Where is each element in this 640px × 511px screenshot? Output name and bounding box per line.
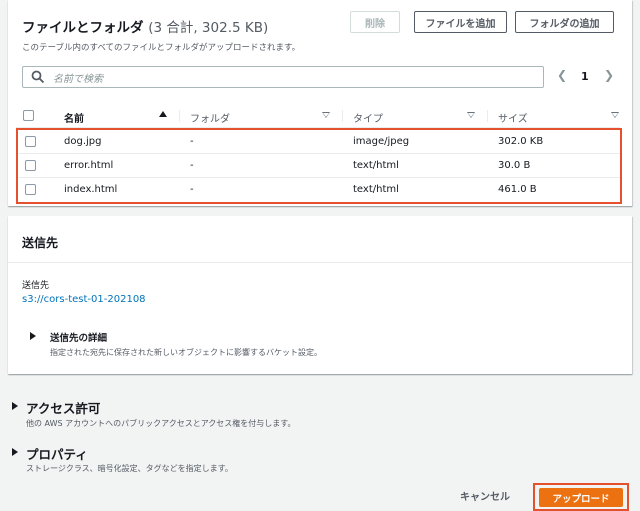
sort-type-icon[interactable] <box>467 112 475 118</box>
destination-panel: 送信先 送信先 s3://cors-test-01-202108 送信先の詳細 … <box>8 216 632 374</box>
files-title-text: ファイルとフォルダ <box>22 20 144 36</box>
column-separator <box>487 110 488 122</box>
destination-header: 送信先 <box>8 216 632 263</box>
expand-caret-icon[interactable] <box>30 332 36 340</box>
expand-caret-icon[interactable] <box>12 448 18 456</box>
upload-button[interactable]: アップロード <box>539 488 623 507</box>
sort-ascending-icon[interactable] <box>159 111 167 117</box>
file-size: 302.0 KB <box>498 136 544 147</box>
access-section-title[interactable]: アクセス許可 <box>26 398 100 417</box>
column-size[interactable]: サイズ <box>498 110 528 125</box>
column-separator <box>342 110 343 122</box>
files-count: (3 合計, 302.5 KB) <box>148 20 269 36</box>
file-name: index.html <box>64 184 118 195</box>
files-description: このテーブル内のすべてのファイルとフォルダがアップロードされます。 <box>22 43 301 53</box>
file-type: image/jpeg <box>353 136 410 147</box>
properties-section-title[interactable]: プロパティ <box>26 444 88 463</box>
sort-folder-icon[interactable] <box>322 112 330 118</box>
search-icon <box>31 70 45 84</box>
destination-details-desc: 指定された宛先に保存された新しいオブジェクトに影響するバケット設定。 <box>50 348 322 357</box>
file-name: dog.jpg <box>64 136 102 147</box>
delete-button[interactable]: 削除 <box>350 11 400 33</box>
add-folder-button[interactable]: フォルダの追加 <box>515 11 614 33</box>
destination-title: 送信先 <box>22 236 59 250</box>
file-rows: dog.jpg - image/jpeg 302.0 KB error.html… <box>16 128 622 204</box>
sort-size-icon[interactable] <box>611 112 619 118</box>
table-header: 名前 フォルダ タイプ サイズ <box>16 105 620 128</box>
file-folder: - <box>190 160 194 171</box>
prev-page-icon[interactable]: ❮ <box>557 68 567 82</box>
file-type: text/html <box>353 184 399 195</box>
search-placeholder: 名前で検索 <box>53 73 103 85</box>
file-size: 30.0 B <box>498 160 531 171</box>
destination-label: 送信先 <box>22 281 50 291</box>
file-folder: - <box>190 136 194 147</box>
column-type[interactable]: タイプ <box>353 110 383 125</box>
table-row[interactable]: dog.jpg - image/jpeg 302.0 KB <box>18 130 620 154</box>
column-name[interactable]: 名前 <box>64 110 84 125</box>
column-separator <box>179 110 180 122</box>
properties-section-desc: ストレージクラス、暗号化設定、タグなどを指定します。 <box>26 464 233 473</box>
cancel-button[interactable]: キャンセル <box>460 488 510 503</box>
search-input[interactable]: 名前で検索 <box>22 66 544 88</box>
select-all-checkbox[interactable] <box>23 110 34 121</box>
table-row[interactable]: error.html - text/html 30.0 B <box>18 154 620 178</box>
column-folder[interactable]: フォルダ <box>190 110 230 125</box>
expand-caret-icon[interactable] <box>12 402 18 410</box>
table-row[interactable]: index.html - text/html 461.0 B <box>18 178 620 201</box>
add-files-button[interactable]: ファイルを追加 <box>414 11 507 33</box>
file-folder: - <box>190 184 194 195</box>
row-checkbox[interactable] <box>25 184 36 195</box>
files-title: ファイルとフォルダ (3 合計, 302.5 KB) <box>22 16 268 36</box>
destination-link[interactable]: s3://cors-test-01-202108 <box>22 294 146 305</box>
page-number[interactable]: 1 <box>581 70 589 83</box>
files-panel: ファイルとフォルダ (3 合計, 302.5 KB) このテーブル内のすべてのフ… <box>8 0 632 206</box>
access-section-desc: 他の AWS アカウントへのパブリックアクセスとアクセス権を付与します。 <box>26 419 296 428</box>
next-page-icon[interactable]: ❯ <box>604 68 614 82</box>
file-size: 461.0 B <box>498 184 537 195</box>
file-type: text/html <box>353 160 399 171</box>
upload-highlight: アップロード <box>533 483 629 511</box>
row-checkbox[interactable] <box>25 136 36 147</box>
file-name: error.html <box>64 160 114 171</box>
destination-details-toggle[interactable]: 送信先の詳細 <box>50 330 107 344</box>
row-checkbox[interactable] <box>25 160 36 171</box>
